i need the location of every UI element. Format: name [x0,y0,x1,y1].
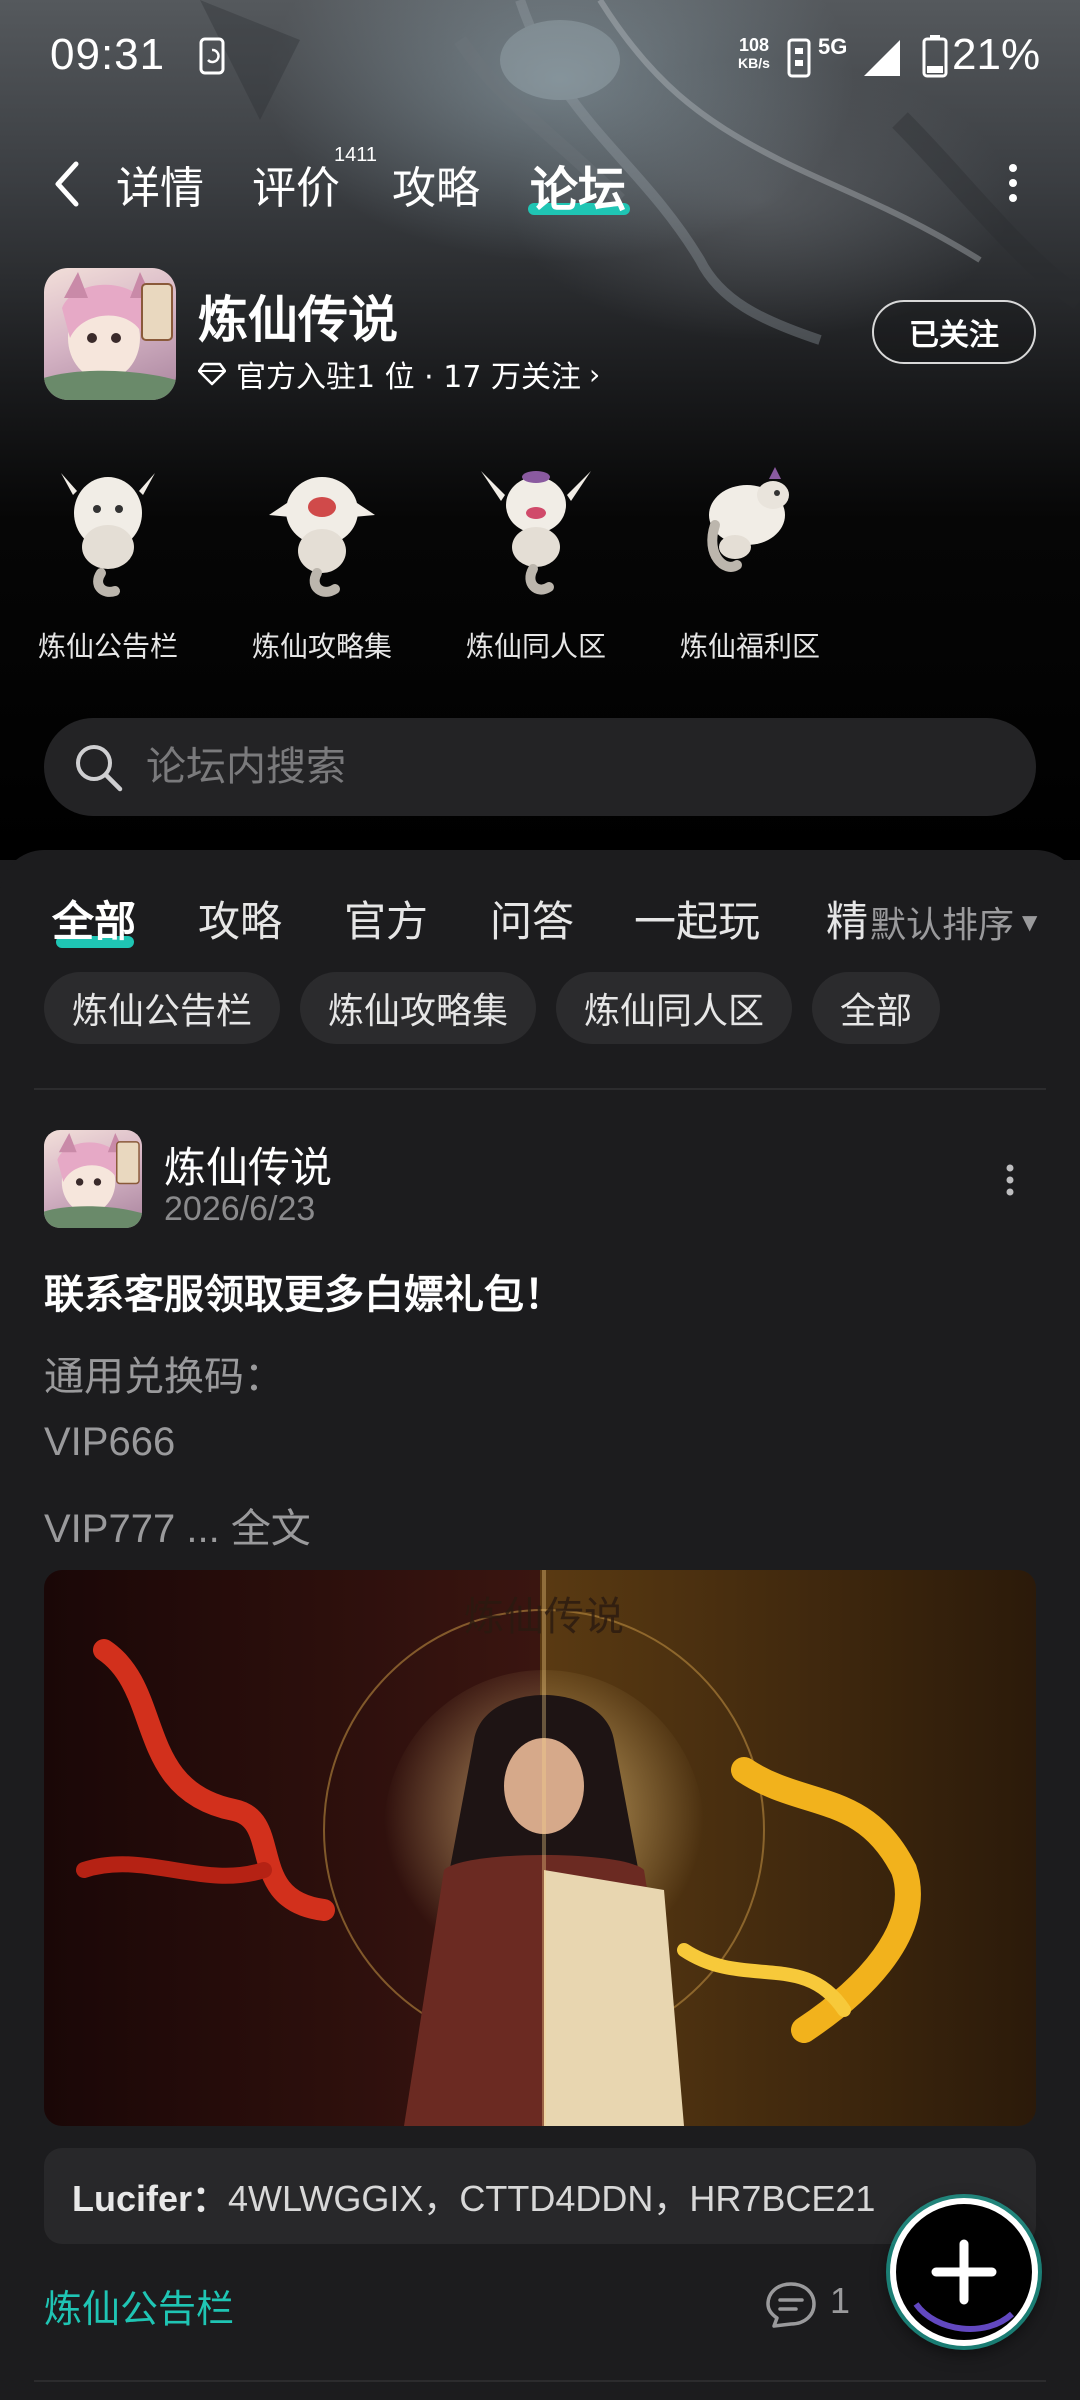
board-announcements[interactable]: 炼仙公告栏 [8,455,208,665]
tab-forum-label: 论坛 [530,162,627,218]
category-tab-featured[interactable]: 精 [826,888,868,949]
game-logo-art [44,272,176,400]
chip-guides[interactable]: 炼仙攻略集 [300,972,537,1044]
net-speed: 108 KB/s [728,36,780,72]
mascot-icon [61,473,155,597]
read-more-link[interactable]: 全文 [231,1506,311,1552]
post-artwork: 炼仙传说 [44,1570,1036,2126]
game-title: 炼仙传说 [198,291,398,349]
back-icon[interactable] [46,154,86,214]
signal-icon [864,40,900,76]
game-stats-text: 官方入驻1 位 · 17 万关注 [236,360,581,395]
status-bar: 09:31 108 KB/s 5G 21% [0,0,1080,115]
tab-reviews[interactable]: 评价 [252,152,340,216]
category-tab-label: 问答 [490,897,575,946]
status-time: 09:31 [50,30,166,79]
game-stats[interactable]: 官方入驻1 位 · 17 万关注 › [198,352,600,396]
game-logo[interactable] [44,268,176,400]
tab-details-label: 详情 [116,163,204,214]
sort-dropdown[interactable]: 默认排序 ▼ [856,896,1038,948]
top-navigation: 详情 评价 1411 攻略 论坛 [0,140,1080,230]
avatar[interactable] [44,1130,142,1228]
board-label: 炼仙公告栏 [37,630,178,663]
post-title: 联系客服领取更多白嫖礼包！ [44,1272,564,1318]
forum-content: 全部 攻略 官方 问答 一起玩 精 默认排序 ▼ 炼仙公告栏 炼仙攻略集 炼仙同… [0,850,1080,2400]
tab-reviews-label: 评价 [252,163,340,214]
battery-icon [922,35,948,78]
post-date: 2026/6/23 [164,1190,316,1228]
svg-text:炼仙传说: 炼仙传说 [464,1594,624,1640]
comment-icon[interactable] [764,2280,818,2330]
phone-sync-icon [199,37,225,75]
post-ellipsis: ... [186,1507,220,1551]
post-body-text: VIP777 [44,1507,176,1551]
follow-button[interactable]: 已关注 [872,300,1036,364]
mascot-icon [269,477,375,597]
board-fanart[interactable]: 炼仙同人区 [436,455,636,665]
category-tab-label: 全部 [52,897,137,946]
divider [34,1088,1046,1090]
create-post-button[interactable] [890,2198,1038,2346]
board-welfare[interactable]: 炼仙福利区 [650,455,850,665]
chip-announcements[interactable]: 炼仙公告栏 [44,972,281,1044]
category-tab-label: 精 [826,897,869,946]
tab-guides-label: 攻略 [392,163,480,214]
board-label: 炼仙攻略集 [251,630,392,663]
battery-level: 21% [952,30,1041,79]
board-guides[interactable]: 炼仙攻略集 [222,455,422,665]
category-tab-official[interactable]: 官方 [344,888,428,949]
vibrate-icon [787,38,811,78]
net-speed-unit: KB/s [738,55,770,71]
board-label: 炼仙同人区 [465,630,606,663]
category-tab-label: 攻略 [198,897,283,946]
category-tab-all[interactable]: 全部 [52,888,136,949]
comment-text: 4WLWGGIX，CTTD4DDN，HR7BCE21 [228,2178,876,2219]
search-input[interactable] [146,744,946,790]
post-body-line: 通用兑换码： [44,1354,284,1400]
net-speed-value: 108 [738,35,770,55]
tab-guides[interactable]: 攻略 [392,152,480,216]
post-board-tag[interactable]: 炼仙公告栏 [44,2278,234,2333]
category-tabs: 全部 攻略 官方 问答 一起玩 精 默认排序 ▼ [0,878,1080,958]
chip-fanart[interactable]: 炼仙同人区 [556,972,793,1044]
avatar-art [44,1132,142,1228]
post-body-line-last: VIP777 ... 全文 [44,1496,311,1554]
category-tab-label: 一起玩 [634,897,761,946]
comment-count: 1 [830,2280,851,2321]
category-tab-guides[interactable]: 攻略 [198,888,282,949]
mascot-icon [481,471,591,595]
board-filter-chips: 炼仙公告栏 炼仙攻略集 炼仙同人区 全部 [44,972,960,1044]
tab-details[interactable]: 详情 [116,152,204,216]
post-more-icon[interactable] [998,1160,1022,1200]
category-tab-play-together[interactable]: 一起玩 [634,888,760,949]
divider [34,2380,1046,2382]
sort-label: 默认排序 [870,905,1015,946]
chevron-right-icon: › [588,357,601,391]
reviews-count-badge: 1411 [334,144,378,166]
chip-all[interactable]: 全部 [812,972,941,1044]
forum-search-bar[interactable] [44,718,1036,816]
more-options-icon[interactable] [998,158,1028,208]
search-icon [76,745,123,792]
featured-comment[interactable]: Lucifer： 4WLWGGIX，CTTD4DDN，HR7BCE21 [44,2148,1036,2244]
category-tab-qa[interactable]: 问答 [490,888,574,949]
plus-icon [913,2239,1015,2332]
network-type: 5G [818,34,848,59]
post-author[interactable]: 炼仙传说 [164,1134,332,1195]
caret-down-icon: ▼ [1022,910,1038,934]
mascot-icon [707,467,789,572]
verified-diamond-icon [198,362,226,386]
post-body-line: VIP666 [44,1420,176,1464]
tab-forum[interactable]: 论坛 [530,150,626,220]
board-shortcuts: 炼仙公告栏 炼仙攻略集 炼仙同人区 炼仙福利区 [0,455,1080,685]
comment-author: Lucifer： [72,2178,229,2219]
board-label: 炼仙福利区 [679,630,820,663]
category-tab-label: 官方 [344,897,429,946]
post-image[interactable]: 炼仙传说 [44,1570,1036,2126]
